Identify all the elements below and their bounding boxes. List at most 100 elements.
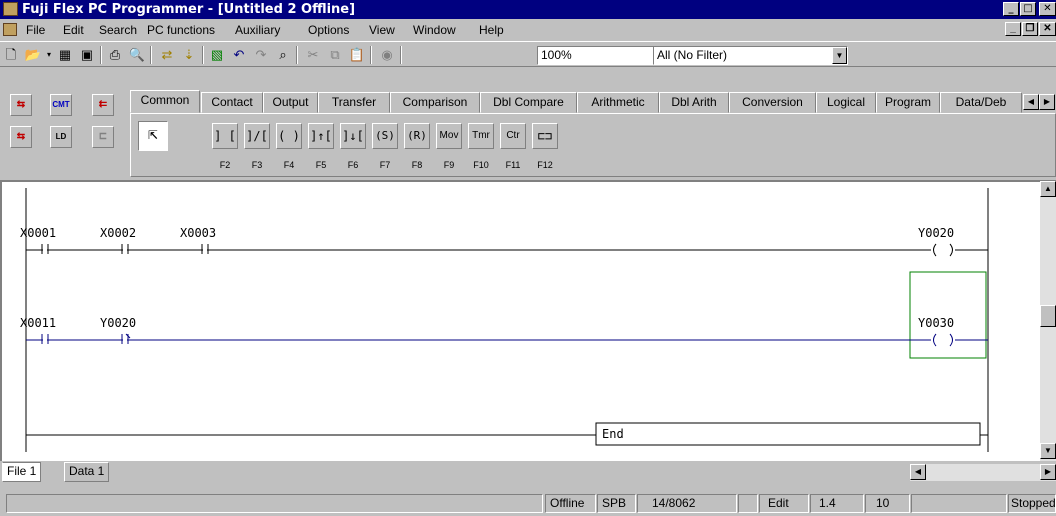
menu-view[interactable]: View (369, 23, 395, 37)
closed-contact-button[interactable]: ]/[ (244, 123, 270, 149)
copy-icon[interactable]: ⧉ (326, 46, 344, 64)
compile-icon[interactable]: ▧ (208, 46, 226, 64)
new-file-icon[interactable]: 🗋 (2, 46, 20, 64)
end-block (595, 422, 981, 446)
menu-auxiliary[interactable]: Auxiliary (235, 23, 280, 37)
scroll-down-icon[interactable]: ▼ (1040, 443, 1056, 459)
output-coil-button[interactable]: ( ) (276, 123, 302, 149)
contact-label[interactable]: X0002 (100, 226, 136, 240)
document-icon[interactable] (3, 23, 17, 36)
undo-icon[interactable]: ↶ (230, 46, 248, 64)
title-bar: Fuji Flex PC Programmer - [Untitled 2 Of… (0, 0, 1056, 19)
print-preview-icon[interactable]: 🔍 (128, 46, 146, 64)
tab-file-1[interactable]: File 1 (2, 462, 42, 482)
tab-conversion[interactable]: Conversion (729, 92, 816, 113)
close-button[interactable]: ✕ (1039, 2, 1056, 16)
save-icon[interactable]: ▣ (78, 46, 96, 64)
tab-output[interactable]: Output (263, 92, 318, 113)
append-rung-icon[interactable]: ⇆ (10, 126, 32, 148)
menu-pc-functions[interactable]: PC functions (147, 23, 215, 37)
move-button[interactable]: Mov (436, 123, 462, 149)
coil-label[interactable]: Y0030 (918, 316, 954, 330)
menu-edit[interactable]: Edit (63, 23, 84, 37)
filter-select[interactable]: All (No Filter) ▼ (653, 46, 848, 65)
tab-common[interactable]: Common (130, 90, 200, 113)
download-icon[interactable]: ⇣ (180, 46, 198, 64)
menu-options[interactable]: Options (308, 23, 349, 37)
set-coil-button[interactable]: (S) (372, 123, 398, 149)
tab-data-1[interactable]: Data 1 (64, 462, 110, 482)
cut-icon[interactable]: ✂ (304, 46, 322, 64)
maximize-button[interactable]: □ (1020, 2, 1036, 16)
contact-label[interactable]: X0001 (20, 226, 56, 240)
tab-logical[interactable]: Logical (816, 92, 876, 113)
vertical-scrollbar[interactable]: ▲ ▼ (1040, 181, 1056, 461)
tab-data-debug[interactable]: Data/Deb (940, 92, 1022, 113)
reset-coil-button[interactable]: (R) (404, 123, 430, 149)
open-folder-icon[interactable]: 📂 (24, 46, 42, 64)
redo-icon[interactable]: ↷ (252, 46, 270, 64)
bracket-icon[interactable]: ⊏ (92, 126, 114, 148)
coil-y0020 (931, 243, 955, 257)
end-label: End (602, 427, 624, 441)
tab-dbl-arith[interactable]: Dbl Arith (659, 92, 729, 113)
app-icon[interactable] (3, 2, 18, 16)
window-title: Fuji Flex PC Programmer - [Untitled 2 Of… (22, 2, 356, 17)
fkey-label: F6 (347, 160, 359, 170)
child-restore-button[interactable]: ❐ (1022, 22, 1038, 36)
scroll-thumb[interactable] (1040, 305, 1056, 327)
standard-toolbar: 🗋 📂 ▾ ▦ ▣ ⎙ 🔍 ⇄ ⇣ ▧ ↶ ↷ ⌕ ✂ ⧉ 📋 ◉ 100% ▼… (0, 41, 1056, 67)
scroll-right-icon[interactable]: ▶ (1040, 464, 1056, 480)
insert-rung-icon[interactable]: ⇆ (10, 94, 32, 116)
pointer-tool-icon[interactable]: ⇱ (138, 121, 168, 151)
open-dropdown-icon[interactable]: ▾ (44, 46, 54, 64)
fkey-label: F3 (251, 160, 263, 170)
fkey-label: F8 (411, 160, 423, 170)
ladder-editor[interactable]: X0001 X0002 X0003 Y0020 X0011 Y0020 Y003… (0, 180, 1056, 461)
tab-comparison[interactable]: Comparison (390, 92, 480, 113)
function-block-button[interactable]: ⊏⊐ (532, 123, 558, 149)
menu-window[interactable]: Window (413, 23, 456, 37)
contact-label[interactable]: X0003 (180, 226, 216, 240)
tab-dbl-compare[interactable]: Dbl Compare (480, 92, 577, 113)
contact-label[interactable]: X0011 (20, 316, 56, 330)
monitor-icon[interactable]: ◉ (378, 46, 396, 64)
zoom-value: 100% (541, 48, 572, 62)
child-minimize-button[interactable]: _ (1005, 22, 1021, 36)
status-bar: Offline SPB 14/8062 Edit 1.4 10 Stopped (0, 491, 1056, 516)
status-run: Stopped (1008, 494, 1056, 513)
transfer-icon[interactable]: ⇄ (158, 46, 176, 64)
menu-search[interactable]: Search (99, 23, 137, 37)
scroll-left-icon[interactable]: ◀ (910, 464, 926, 480)
counter-button[interactable]: Ctr (500, 123, 526, 149)
tab-transfer[interactable]: Transfer (318, 92, 390, 113)
plc-icon[interactable]: ▦ (56, 46, 74, 64)
search-icon[interactable]: ⌕ (274, 46, 292, 64)
status-message (6, 494, 543, 513)
print-icon[interactable]: ⎙ (106, 46, 124, 64)
minimize-button[interactable]: _ (1003, 2, 1019, 16)
coil-label[interactable]: Y0020 (918, 226, 954, 240)
rising-edge-button[interactable]: ]↑[ (308, 123, 334, 149)
child-close-button[interactable]: ✕ (1039, 22, 1056, 36)
tab-contact[interactable]: Contact (201, 92, 263, 113)
tab-scroll-left-icon[interactable]: ◀ (1023, 94, 1039, 110)
menu-file[interactable]: File (26, 23, 45, 37)
tab-scroll-right-icon[interactable]: ▶ (1039, 94, 1055, 110)
paste-icon[interactable]: 📋 (348, 46, 366, 64)
chevron-down-icon[interactable]: ▼ (832, 47, 847, 64)
contact-label[interactable]: Y0020 (100, 316, 136, 330)
timer-button[interactable]: Tmr (468, 123, 494, 149)
tab-program[interactable]: Program (876, 92, 940, 113)
ld-ok-icon[interactable]: LD (50, 126, 72, 148)
horizontal-scrollbar[interactable]: ◀ ▶ (910, 464, 1056, 481)
comment-icon[interactable]: CMT (50, 94, 72, 116)
delete-rung-icon[interactable]: ⇇ (92, 94, 114, 116)
menu-help[interactable]: Help (479, 23, 504, 37)
filter-value: All (No Filter) (657, 48, 728, 62)
open-contact-button[interactable]: ] [ (212, 123, 238, 149)
scroll-up-icon[interactable]: ▲ (1040, 181, 1056, 197)
tab-arithmetic[interactable]: Arithmetic (577, 92, 659, 113)
falling-edge-button[interactable]: ]↓[ (340, 123, 366, 149)
status-version: 1.4 (810, 494, 864, 513)
